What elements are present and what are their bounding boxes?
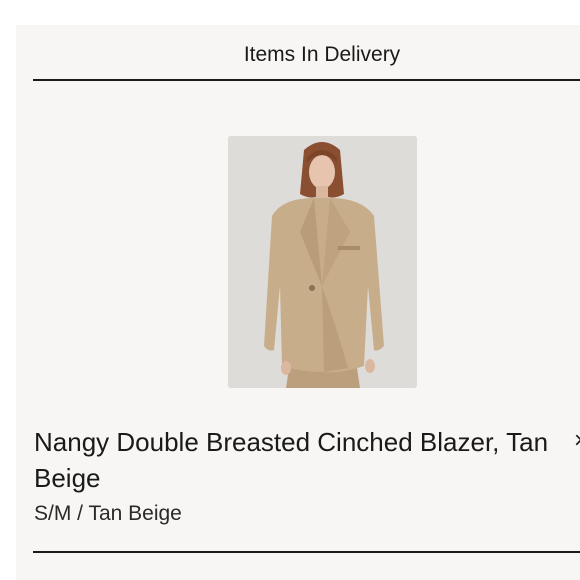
blazer-photo-icon bbox=[228, 136, 417, 388]
product-variant: S/M / Tan Beige bbox=[34, 502, 182, 525]
footer-divider bbox=[33, 551, 580, 553]
product-name[interactable]: Nangy Double Breasted Cinched Blazer, Ta… bbox=[34, 424, 554, 496]
section-title: Items In Delivery bbox=[243, 43, 401, 66]
close-icon[interactable]: × bbox=[574, 426, 580, 456]
product-image[interactable] bbox=[228, 136, 417, 388]
delivery-items-panel: Items In Delivery Nangy Double Breasted … bbox=[16, 25, 580, 580]
header-divider bbox=[33, 79, 580, 81]
